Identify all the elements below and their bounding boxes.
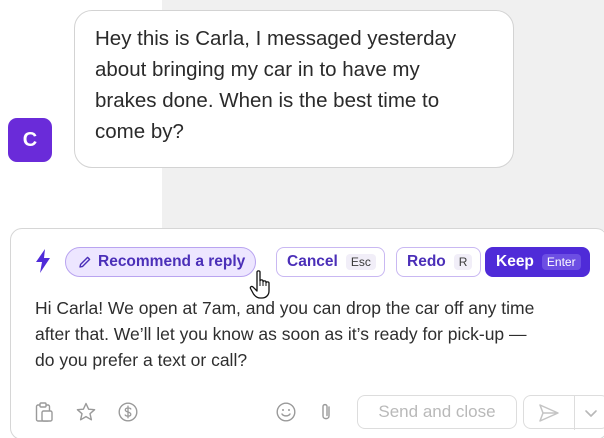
paperclip-icon[interactable] (315, 401, 337, 423)
message-line: Hey this is Carla, I messaged yesterday (95, 27, 457, 50)
pencil-icon (79, 256, 91, 268)
redo-button[interactable]: Redo R (396, 247, 482, 277)
send-divider (574, 396, 575, 430)
message-line: brakes done. When is the best time to (95, 89, 440, 112)
keep-label: Keep (496, 253, 534, 270)
recommend-reply-label: Recommend a reply (98, 253, 246, 270)
send-and-close-button[interactable]: Send and close (357, 395, 517, 429)
redo-shortcut: R (453, 254, 473, 270)
cancel-label: Cancel (287, 253, 338, 270)
message-line: come by? (95, 120, 184, 143)
send-icon[interactable] (538, 403, 560, 423)
ai-toolbar: Recommend a reply Cancel Esc Redo R Keep… (11, 245, 604, 299)
dollar-icon[interactable] (117, 401, 139, 423)
reply-composer: Recommend a reply Cancel Esc Redo R Keep… (10, 228, 604, 438)
recommend-reply-button[interactable]: Recommend a reply (65, 247, 257, 277)
keep-shortcut: Enter (541, 254, 581, 270)
draft-line: do you prefer a text or call? (35, 350, 248, 370)
send-and-close-label: Send and close (378, 402, 496, 421)
customer-message-bubble: Hey this is Carla, I messaged yesterday … (74, 10, 514, 168)
draft-line: Hi Carla! We open at 7am, and you can dr… (35, 298, 535, 318)
chevron-down-icon[interactable] (584, 408, 598, 418)
composer-footer: Send and close (11, 395, 604, 430)
keep-button[interactable]: Keep Enter (485, 247, 590, 277)
lightning-icon (36, 249, 50, 273)
star-icon[interactable] (75, 401, 97, 423)
draft-line: after that. We’ll let you know as soon a… (35, 324, 527, 344)
emoji-icon[interactable] (275, 401, 297, 423)
message-line: about bringing my car in to have my (95, 58, 420, 81)
cancel-button[interactable]: Cancel Esc (276, 247, 385, 277)
conversation-area: C Hey this is Carla, I messaged yesterda… (0, 0, 604, 230)
cancel-shortcut: Esc (345, 254, 376, 270)
draft-reply-text[interactable]: Hi Carla! We open at 7am, and you can dr… (35, 295, 595, 373)
clipboard-icon[interactable] (33, 401, 55, 423)
send-button-group (523, 395, 604, 430)
avatar: C (8, 118, 52, 162)
redo-label: Redo (407, 253, 446, 270)
